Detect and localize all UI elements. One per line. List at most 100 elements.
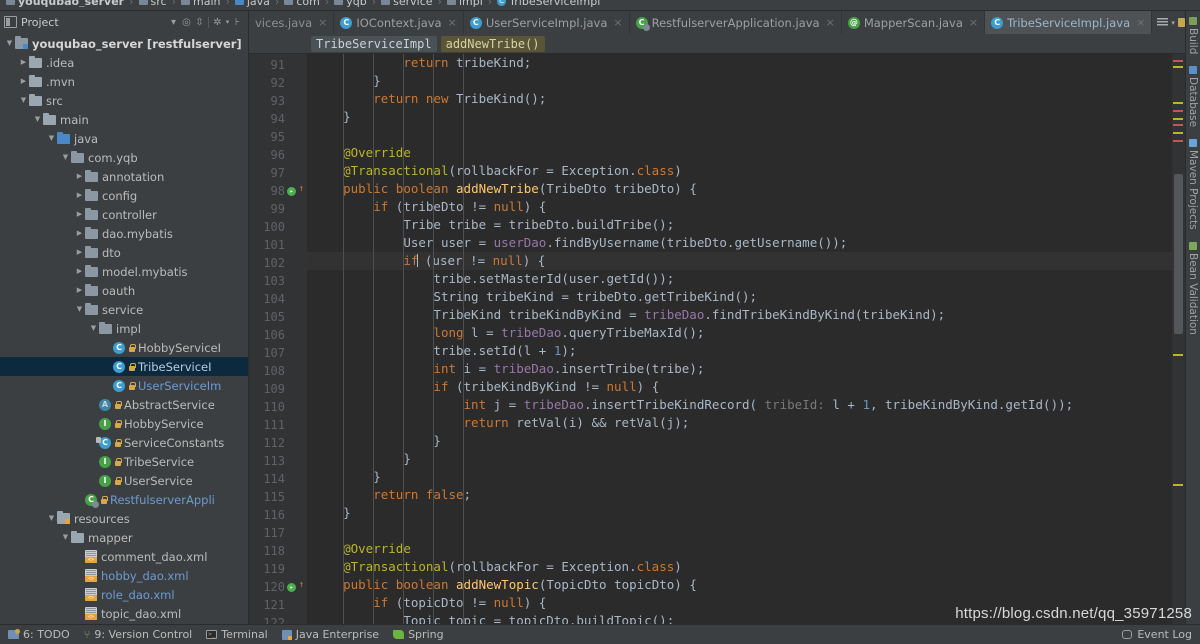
tool-window-tab-build[interactable]: Build: [1187, 11, 1199, 60]
code-line[interactable]: return new TribeKind();: [307, 90, 1172, 108]
tool-window-tab-database[interactable]: Database: [1187, 60, 1199, 133]
override-marker-icon[interactable]: ↑: [299, 185, 304, 194]
code-line[interactable]: String tribeKind = tribeDto.getTribeKind…: [307, 288, 1172, 306]
code-line[interactable]: }: [307, 432, 1172, 450]
close-icon[interactable]: ×: [826, 16, 835, 29]
tree-item-impl[interactable]: ▼ impl: [0, 319, 248, 338]
tree-item-dto[interactable]: ▶ dto: [0, 243, 248, 262]
code-line[interactable]: return retVal(i) && retVal(j);: [307, 414, 1172, 432]
tree-item-abstractservice[interactable]: ·A AbstractService: [0, 395, 248, 414]
line-number[interactable]: 117: [249, 524, 307, 542]
tree-item-topic-dao-xml[interactable]: · topic_dao.xml: [0, 604, 248, 623]
code-line[interactable]: tribe.setId(l + 1);: [307, 342, 1172, 360]
tree-item--idea[interactable]: ▶ .idea: [0, 53, 248, 72]
line-number[interactable]: 98▸↑▽: [249, 182, 321, 200]
line-number[interactable]: 115: [249, 488, 307, 506]
tree-item-java[interactable]: ▼ java: [0, 129, 248, 148]
close-icon[interactable]: ×: [613, 16, 622, 29]
tool-window-tab-bean-validation[interactable]: Bean Validation: [1187, 236, 1199, 341]
nav-crumb-tribeserviceimpl[interactable]: C TribeServiceImpl: [497, 0, 600, 7]
chevron-down-icon[interactable]: ▼: [74, 300, 85, 319]
line-number[interactable]: 114: [249, 470, 307, 488]
tab-actions[interactable]: ▾: [1152, 11, 1185, 34]
status-item-terminal[interactable]: >_ Terminal: [206, 628, 268, 641]
code-line[interactable]: }: [307, 108, 1172, 126]
line-number[interactable]: 105: [249, 308, 307, 326]
code-line[interactable]: if (tribeKindByKind != null) {: [307, 378, 1172, 396]
chevron-down-icon[interactable]: ▼: [88, 319, 99, 338]
tree-item-tribeservicei[interactable]: ·C TribeServiceI: [0, 357, 248, 376]
line-number[interactable]: 106: [249, 326, 307, 344]
chevron-right-icon[interactable]: ▶: [74, 224, 85, 243]
code-line[interactable]: public boolean addNewTribe(TribeDto trib…: [307, 180, 1172, 198]
status-item-6-todo[interactable]: 6: TODO: [8, 628, 70, 641]
nav-crumb-src[interactable]: src: [138, 0, 167, 7]
run-gutter-icon[interactable]: ▸: [287, 187, 296, 196]
lock-icon[interactable]: [1177, 18, 1185, 27]
chevron-down-icon[interactable]: ▼: [60, 528, 71, 547]
breadcrumb-class[interactable]: TribeServiceImpl: [311, 35, 437, 52]
tree-item-oauth[interactable]: ▶ oauth: [0, 281, 248, 300]
tree-item-service[interactable]: ▼ service: [0, 300, 248, 319]
chevron-down-icon[interactable]: ▼: [18, 91, 29, 110]
line-number[interactable]: 119▵: [249, 560, 321, 578]
code-line[interactable]: public boolean addNewTopic(TopicDto topi…: [307, 576, 1172, 594]
source-code[interactable]: return tribeKind; } return new TribeKind…: [307, 54, 1172, 624]
close-icon[interactable]: ×: [1136, 16, 1145, 29]
line-number[interactable]: 108: [249, 362, 307, 380]
tree-item-hobbyservice[interactable]: ·I HobbyService: [0, 414, 248, 433]
right-tool-strip[interactable]: Build Database Maven Projects Bean Validati…: [1185, 11, 1200, 624]
navigation-bar[interactable]: youqubao_server › src › main › java › com › yqb › se…: [0, 0, 1200, 11]
line-number[interactable]: 113: [249, 452, 307, 470]
code-line[interactable]: @Transactional(rollbackFor = Exception.c…: [307, 558, 1172, 576]
chevron-down-icon[interactable]: ▼: [46, 509, 57, 528]
editor-tab-userserviceimpl[interactable]: C UserServiceImpl.java ×: [463, 11, 630, 34]
code-line[interactable]: }: [307, 504, 1172, 522]
tool-window-tab-maven-projects[interactable]: Maven Projects: [1187, 133, 1199, 236]
line-number[interactable]: 91: [249, 56, 307, 74]
tree-item-controller[interactable]: ▶ controller: [0, 205, 248, 224]
event-log-label[interactable]: Event Log: [1137, 628, 1192, 641]
code-line[interactable]: }: [307, 72, 1172, 90]
tree-item--mvn[interactable]: ▶ .mvn: [0, 72, 248, 91]
chevron-right-icon[interactable]: ▶: [18, 53, 29, 72]
code-line[interactable]: TribeKind tribeKindByKind = tribeDao.fin…: [307, 306, 1172, 324]
collapse-all-icon[interactable]: ⇳: [193, 16, 206, 29]
editor-tab-vices[interactable]: vices.java ×: [249, 11, 335, 34]
close-icon[interactable]: ×: [969, 16, 978, 29]
tree-item-com-yqb[interactable]: ▼ com.yqb: [0, 148, 248, 167]
tree-item-youqubao-server-restfulserver-[interactable]: ▼ youqubao_server [restfulserver]: [0, 34, 248, 53]
code-line[interactable]: if (user != null) {: [307, 252, 1172, 270]
line-number[interactable]: 92: [249, 74, 307, 92]
chevron-right-icon[interactable]: ▶: [18, 72, 29, 91]
code-line[interactable]: return tribeKind;: [307, 54, 1172, 72]
tree-item-model-mybatis[interactable]: ▶ model.mybatis: [0, 262, 248, 281]
line-number[interactable]: 103: [249, 272, 307, 290]
code-line[interactable]: [307, 126, 1172, 144]
tree-item-hobby-dao-xml[interactable]: · hobby_dao.xml: [0, 566, 248, 585]
nav-crumb-java[interactable]: java: [234, 0, 270, 7]
line-number-gutter[interactable]: 91929394▵9596▽97▵98▸↑▽991001011021031041…: [249, 54, 321, 624]
status-bar-right[interactable]: Event Log: [1122, 628, 1192, 641]
tree-item-serviceconstants[interactable]: ·C ServiceConstants: [0, 433, 248, 452]
code-line[interactable]: @Transactional(rollbackFor = Exception.c…: [307, 162, 1172, 180]
chevron-down-icon[interactable]: ▼: [60, 148, 71, 167]
tree-item-annotation[interactable]: ▶ annotation: [0, 167, 248, 186]
tree-item-restfulserverappli[interactable]: ·C RestfulserverAppli: [0, 490, 248, 509]
tree-item-resources[interactable]: ▼ resources: [0, 509, 248, 528]
chevron-right-icon[interactable]: ▶: [74, 281, 85, 300]
code-line[interactable]: tribe.setMasterId(user.getId());: [307, 270, 1172, 288]
line-number[interactable]: 96▽: [249, 146, 321, 164]
line-number[interactable]: 112: [249, 434, 307, 452]
editor-breadcrumbs[interactable]: TribeServiceImpl addNewTribe(): [249, 34, 1185, 54]
nav-crumb-main[interactable]: main: [180, 0, 220, 7]
error-stripe-scrollbar[interactable]: [1172, 54, 1185, 624]
tree-item-tribeservice[interactable]: ·I TribeService: [0, 452, 248, 471]
nav-crumb-impl[interactable]: impl: [446, 0, 483, 7]
line-number[interactable]: 101: [249, 236, 307, 254]
line-number[interactable]: 102: [249, 254, 307, 272]
close-icon[interactable]: ×: [448, 16, 457, 29]
line-number[interactable]: 93: [249, 92, 307, 110]
line-number[interactable]: 116▵: [249, 506, 321, 524]
line-number[interactable]: 120▸↑▽: [249, 578, 321, 596]
